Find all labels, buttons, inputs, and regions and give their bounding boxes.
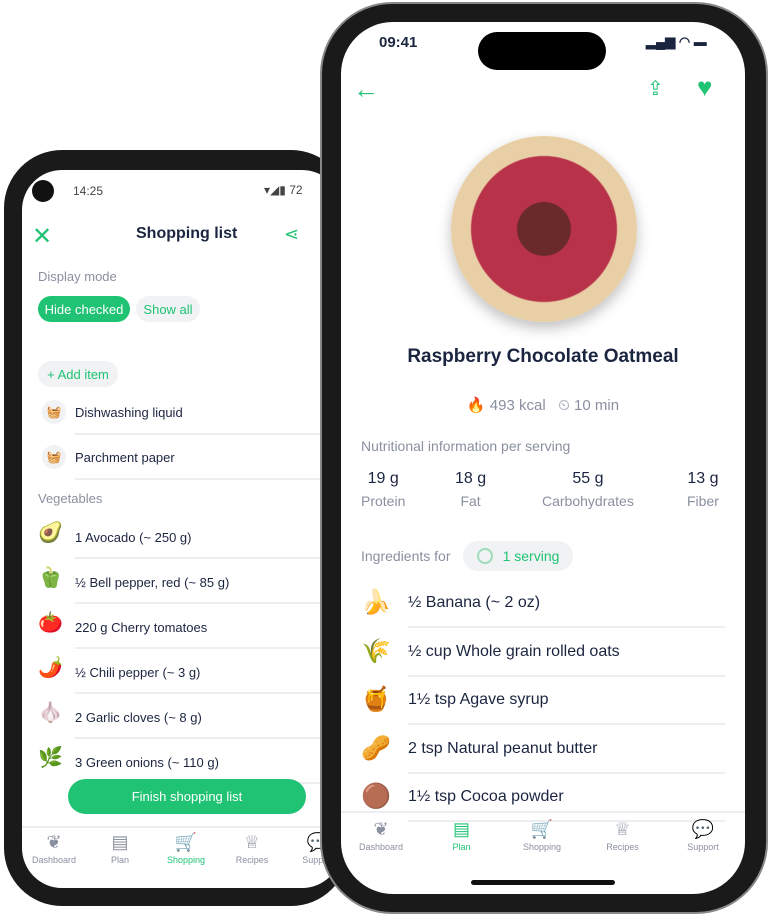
ingredient-emoji: 🍯 — [361, 686, 391, 713]
ingredient-row[interactable]: 🌾 ½ cup Whole grain rolled oats — [341, 629, 745, 677]
dynamic-island — [478, 32, 606, 70]
close-icon[interactable]: ✕ — [32, 222, 52, 251]
ingredient-text: 1½ tsp Cocoa powder — [408, 788, 564, 805]
ingredient-emoji: 🌾 — [361, 637, 391, 665]
nav-label: Shopping — [166, 855, 206, 865]
nutrition-label: Nutritional information per serving — [361, 438, 571, 454]
nutrient-fiber: 13 g Fiber — [687, 470, 719, 509]
chef-hat-icon: ♕ — [243, 832, 261, 852]
recipe-meta: 🔥 493 kcal ⏲ 10 min — [341, 396, 745, 414]
cart-icon: 🛒 — [530, 819, 554, 839]
ingredient-text: ½ Banana (~ 2 oz) — [408, 594, 541, 611]
nav-label: Support — [687, 842, 719, 852]
leaf-icon: ❦ — [373, 819, 389, 839]
camera — [32, 180, 54, 202]
share-icon[interactable]: ⋖ — [284, 224, 299, 245]
vegetable-emoji: 🫑 — [38, 567, 63, 589]
list-item[interactable]: 2 Garlic cloves (~ 8 g) — [75, 710, 202, 725]
basket-icon: 🧺 — [42, 400, 66, 424]
ingredient-emoji: 🍌 — [361, 589, 391, 616]
ingredients-label: Ingredients for — [361, 548, 451, 564]
serving-value: 1 serving — [502, 548, 560, 564]
nav-label: Dashboard — [31, 855, 77, 865]
recipe-screen: 09:41 ▂▄▆ ◠ ▬ ← ⇪ ♥ Raspberry Chocolate … — [341, 22, 745, 894]
ingredient-row[interactable]: 🥜 2 tsp Natural peanut butter — [341, 726, 745, 774]
list-item[interactable]: ½ Bell pepper, red (~ 85 g) — [75, 575, 229, 590]
nav-plan[interactable]: ▤ Plan — [85, 832, 155, 865]
nav-label: Shopping — [522, 842, 562, 852]
nav-support[interactable]: 💬 Support — [668, 819, 738, 852]
status-time: 14:25 — [73, 184, 104, 198]
vegetable-emoji: 🧄 — [38, 702, 63, 724]
shopping-list-screen: 14:25 ▾◢▮ 72 ✕ Shopping list ⋖ Display m… — [22, 170, 342, 888]
serving-ring-icon — [476, 548, 493, 564]
nav-label: Plan — [110, 855, 129, 865]
list-item[interactable]: 3 Green onions (~ 110 g) — [75, 755, 219, 770]
share-icon[interactable]: ⇪ — [647, 76, 664, 101]
status-time: 09:41 — [379, 34, 418, 51]
list-item[interactable]: Parchment paper — [75, 450, 175, 465]
flame-icon: 🔥 — [466, 397, 486, 414]
back-arrow-icon[interactable]: ← — [353, 74, 379, 105]
cart-icon: 🛒 — [174, 832, 198, 852]
nav-label: Dashboard — [358, 842, 404, 852]
ingredient-text: 2 tsp Natural peanut butter — [408, 739, 598, 757]
nav-shopping[interactable]: 🛒 Shopping — [507, 819, 577, 852]
nutrient-protein: 19 g Protein — [361, 470, 406, 509]
nav-label: Plan — [452, 842, 471, 852]
page-title: Shopping list — [136, 225, 238, 242]
vegetable-emoji: 🍅 — [38, 612, 63, 634]
list-item[interactable]: Dishwashing liquid — [75, 405, 183, 420]
nav-recipes[interactable]: ♕ Recipes — [217, 832, 287, 865]
timer-icon: ⏲ — [558, 397, 570, 414]
ingredient-row[interactable]: 🟤 1½ tsp Cocoa powder — [341, 774, 745, 822]
ingredient-emoji: 🟤 — [361, 783, 391, 810]
nav-plan[interactable]: ▤ Plan — [427, 819, 497, 852]
ingredient-text: 1½ tsp Agave syrup — [408, 691, 549, 708]
status-icons: ▾◢▮ 72 — [264, 183, 303, 197]
add-item-button[interactable]: + Add item — [38, 361, 118, 387]
nav-label: Recipes — [235, 855, 269, 865]
nav-shopping[interactable]: 🛒 Shopping — [151, 832, 221, 865]
vegetable-emoji: 🥑 — [38, 522, 63, 544]
vegetable-emoji: 🌿 — [38, 747, 63, 769]
status-icons: ▂▄▆ ◠ ▬ — [646, 34, 707, 49]
nav-label: Recipes — [606, 842, 639, 852]
nav-dashboard[interactable]: ❦ Dashboard — [22, 832, 89, 865]
ingredient-row[interactable]: 🍌 ½ Banana (~ 2 oz) — [341, 580, 745, 628]
vegetable-emoji: 🌶️ — [38, 657, 63, 679]
nutrient-fat: 18 g Fat — [455, 470, 487, 509]
list-item[interactable]: 220 g Cherry tomatoes — [75, 620, 207, 635]
list-item[interactable]: ½ Chili pepper (~ 3 g) — [75, 665, 200, 680]
favorite-heart-icon[interactable]: ♥ — [697, 72, 712, 103]
nav-recipes[interactable]: ♕ Recipes — [588, 819, 658, 852]
leaf-icon: ❦ — [46, 832, 62, 852]
recipe-image — [451, 136, 637, 322]
finish-shopping-button[interactable]: Finish shopping list — [68, 779, 306, 814]
nav-dashboard[interactable]: ❦ Dashboard — [346, 819, 416, 852]
display-mode-label: Display mode — [38, 269, 117, 284]
clipboard-icon: ▤ — [111, 832, 129, 852]
hide-checked-chip[interactable]: Hide checked — [38, 296, 130, 322]
prep-time: 10 min — [574, 397, 620, 414]
clipboard-icon: ▤ — [452, 819, 470, 839]
battery-level: 72 — [289, 183, 303, 197]
show-all-chip[interactable]: Show all — [136, 296, 200, 322]
ingredient-emoji: 🥜 — [361, 734, 391, 762]
ingredient-row[interactable]: 🍯 1½ tsp Agave syrup — [341, 677, 745, 725]
home-indicator — [471, 880, 615, 885]
chef-hat-icon: ♕ — [614, 819, 631, 839]
ingredient-text: ½ cup Whole grain rolled oats — [408, 642, 620, 660]
chat-icon: 💬 — [691, 819, 715, 839]
basket-icon: 🧺 — [42, 445, 66, 469]
calories: 493 kcal — [489, 397, 546, 414]
nutrient-carbs: 55 g Carbohydrates — [542, 470, 634, 509]
serving-selector[interactable]: 1 serving — [463, 541, 573, 571]
list-item[interactable]: 1 Avocado (~ 250 g) — [75, 530, 192, 545]
section-vegetables: Vegetables — [38, 491, 103, 506]
recipe-title: Raspberry Chocolate Oatmeal — [407, 346, 679, 367]
